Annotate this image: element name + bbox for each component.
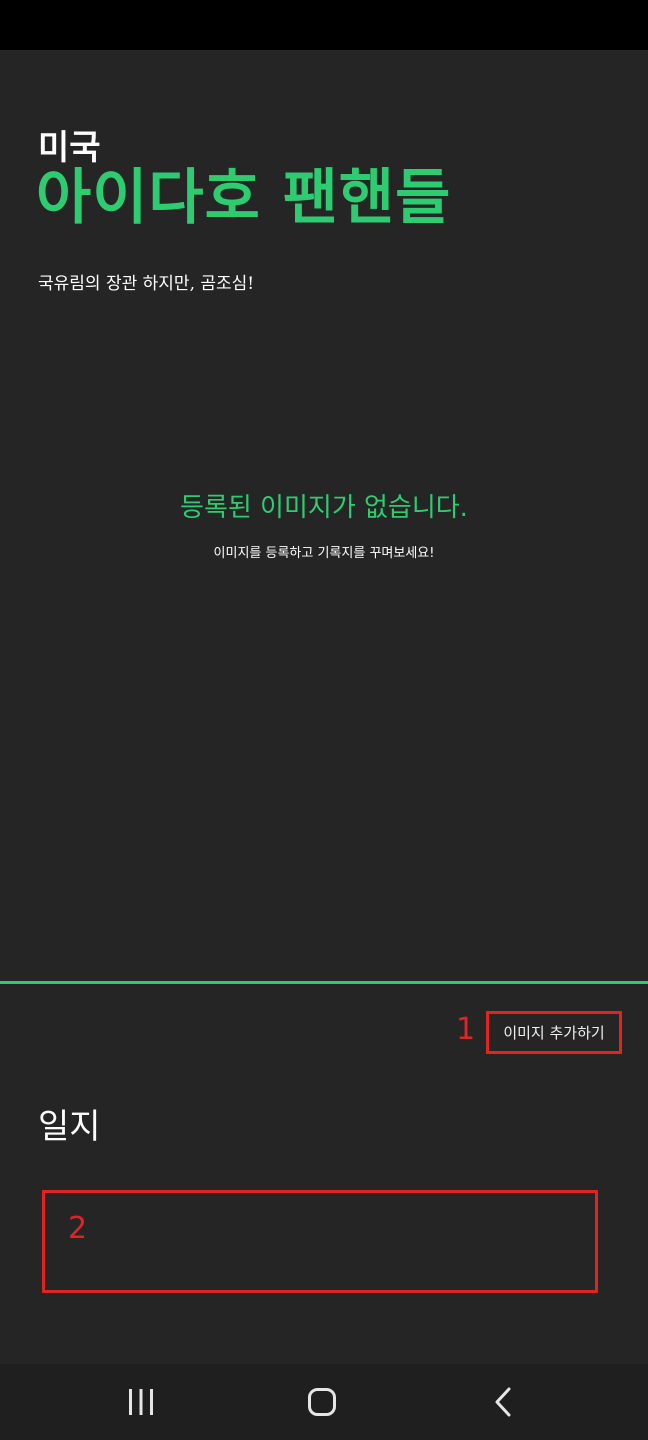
- annotation-marker-1: 1: [456, 1012, 476, 1047]
- back-chevron-icon: [495, 1387, 511, 1417]
- add-image-button[interactable]: 이미지 추가하기: [486, 1011, 622, 1054]
- home-icon: [308, 1388, 336, 1416]
- recent-apps-button[interactable]: [81, 1364, 201, 1440]
- status-bar: [0, 0, 648, 50]
- empty-gallery-title: 등록된 이미지가 없습니다.: [180, 493, 468, 523]
- place-title: 아이다호 팬핸들: [36, 163, 452, 233]
- system-navigation-bar: [0, 1364, 648, 1440]
- home-button[interactable]: [262, 1364, 382, 1440]
- section-divider: [0, 981, 648, 984]
- recent-apps-icon: [129, 1389, 153, 1415]
- journal-input[interactable]: [42, 1190, 598, 1293]
- back-button[interactable]: [444, 1364, 564, 1440]
- annotation-marker-2: 2: [68, 1211, 88, 1246]
- empty-gallery-description: 이미지를 등록하고 기록지를 꾸며보세요!: [213, 546, 435, 561]
- journal-heading: 일지: [38, 1107, 101, 1147]
- place-subtitle: 국유림의 장관 하지만, 곰조심!: [38, 274, 255, 294]
- hero-section: 미국 아이다호 팬핸들 국유림의 장관 하지만, 곰조심! 등록된 이미지가 없…: [0, 50, 648, 982]
